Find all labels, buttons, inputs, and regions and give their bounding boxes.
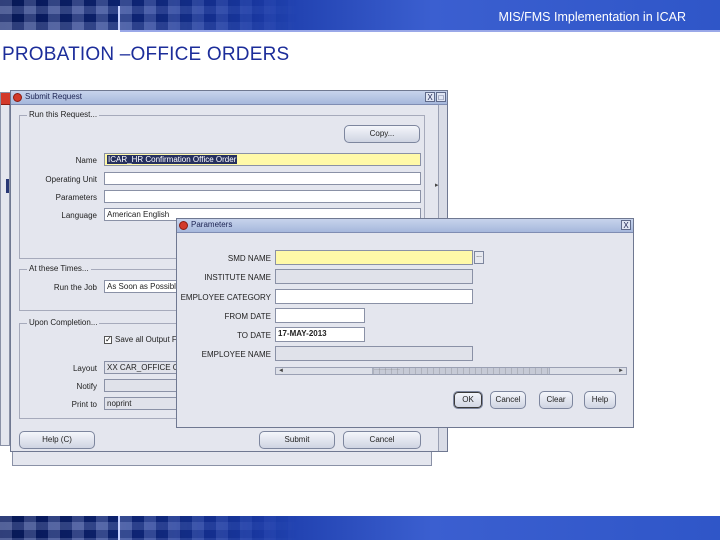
- footer-decoration-grid: [0, 516, 300, 540]
- param-label-smd-name: SMD NAME: [227, 254, 271, 263]
- param-label-from-date: FROM DATE: [224, 312, 271, 321]
- scroll-marker: ▸: [435, 182, 439, 189]
- close-icon[interactable]: X: [425, 92, 435, 102]
- param-field-to-date[interactable]: 17-MAY-2013: [275, 327, 365, 342]
- header-title: MIS/FMS Implementation in ICAR: [498, 10, 686, 24]
- horizontal-scrollbar[interactable]: ◄ ············· ►: [275, 367, 627, 375]
- language-label: Language: [61, 211, 97, 220]
- copy-button[interactable]: Copy...: [344, 125, 420, 143]
- help-button[interactable]: Help (C): [19, 431, 95, 449]
- run-this-request-label: Run this Request...: [27, 110, 100, 119]
- footer-divider: [118, 516, 120, 540]
- focus-indicator: [6, 179, 9, 193]
- oracle-icon: [1, 93, 10, 105]
- notify-label: Notify: [76, 382, 97, 391]
- layout-label: Layout: [72, 364, 97, 373]
- background-window-edge: [0, 92, 10, 446]
- cancel-button[interactable]: Cancel: [490, 391, 526, 409]
- save-output-checkbox[interactable]: ✓: [104, 336, 112, 344]
- header-banner: MIS/FMS Implementation in ICAR: [0, 0, 720, 30]
- param-label-employee-name: EMPLOYEE NAME: [201, 350, 271, 359]
- name-label: Name: [75, 156, 97, 165]
- param-label-to-date: TO DATE: [237, 331, 271, 340]
- print-to-label: Print to: [71, 400, 97, 409]
- name-value: ICAR_HR Confirmation Office Order: [107, 155, 238, 164]
- list-of-values-button[interactable]: ...: [474, 251, 484, 264]
- scrollbar-text: ·············: [374, 367, 400, 373]
- maximize-icon[interactable]: □: [436, 92, 446, 102]
- cancel-button[interactable]: Cancel: [343, 431, 421, 449]
- help-button[interactable]: Help: [584, 391, 616, 409]
- parameters-label: Parameters: [55, 193, 97, 202]
- submit-request-titlebar: Submit Request X □: [11, 91, 447, 105]
- run-the-job-label: Run the Job: [53, 283, 97, 292]
- oracle-logo-icon: [179, 221, 188, 230]
- upon-completion-label: Upon Completion...: [27, 318, 100, 327]
- param-field-from-date[interactable]: [275, 308, 365, 323]
- param-field-institute-name[interactable]: [275, 269, 473, 284]
- parameters-field[interactable]: [104, 190, 421, 203]
- param-field-employee-name[interactable]: [275, 346, 473, 361]
- param-field-employee-category[interactable]: [275, 289, 473, 304]
- close-icon[interactable]: X: [621, 220, 631, 230]
- param-label-institute-name: INSTITUTE NAME: [204, 273, 271, 282]
- clear-button[interactable]: Clear: [539, 391, 573, 409]
- operating-unit-label: Operating Unit: [45, 175, 97, 184]
- window-title: Submit Request: [25, 92, 82, 101]
- param-field-smd-name[interactable]: [275, 250, 473, 265]
- operating-unit-field[interactable]: [104, 172, 421, 185]
- name-field[interactable]: ICAR_HR Confirmation Office Order: [104, 153, 421, 166]
- ok-button[interactable]: OK: [453, 391, 483, 409]
- scroll-right-icon[interactable]: ►: [618, 368, 624, 374]
- parameters-window: Parameters X SMD NAME ... INSTITUTE NAME…: [176, 218, 634, 428]
- slide-title: PROBATION –OFFICE ORDERS: [2, 44, 290, 65]
- footer-banner: [0, 516, 720, 540]
- scroll-left-icon[interactable]: ◄: [278, 368, 284, 374]
- at-these-times-label: At these Times...: [27, 264, 91, 273]
- oracle-logo-icon: [13, 93, 22, 102]
- parameters-titlebar: Parameters X: [177, 219, 633, 233]
- header-divider: [118, 6, 120, 30]
- parameters-window-title: Parameters: [191, 220, 233, 229]
- param-label-employee-category: EMPLOYEE CATEGORY: [180, 293, 271, 302]
- header-underline: [120, 30, 720, 32]
- header-decoration-grid: [0, 0, 300, 30]
- submit-button[interactable]: Submit: [259, 431, 335, 449]
